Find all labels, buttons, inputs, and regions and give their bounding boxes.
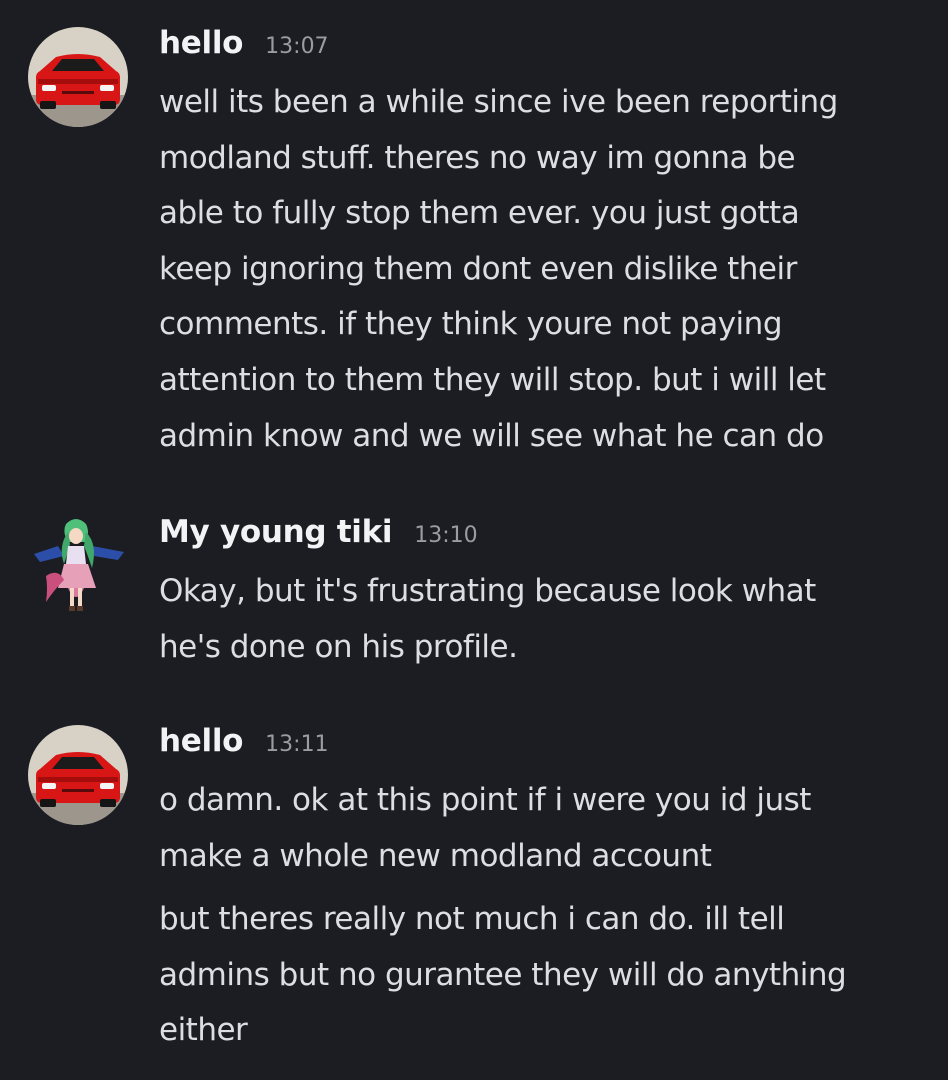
message-line: attention to them they will stop. but i … (159, 361, 826, 398)
message-line: admin know and we will see what he can d… (159, 417, 824, 454)
red-sports-car-icon (28, 725, 128, 825)
message-line: either (159, 1012, 248, 1049)
message-line: Okay, but it's frustrating because look … (159, 573, 816, 609)
message-header: My young tiki 13:10 (159, 514, 929, 564)
avatar-anime-character[interactable] (28, 516, 128, 616)
message-line: modland stuff. theres no way im gonna be (159, 139, 796, 176)
chat-message-list: hello 13:07 well its been a while since … (0, 0, 948, 1080)
message-line: well its been a while since ive been rep… (159, 84, 838, 120)
message-line: comments. if they think youre not paying (159, 306, 783, 343)
message-line: he's done on his profile. (159, 628, 518, 665)
timestamp: 13:11 (265, 732, 329, 757)
message-text: well its been a while since ive been rep… (159, 75, 929, 464)
message-line: admins but no gurantee they will do anyt… (159, 956, 847, 993)
message-content: hello 13:07 well its been a while since … (159, 25, 929, 464)
timestamp: 13:10 (414, 523, 478, 548)
message-content: My young tiki 13:10 Okay, but it's frust… (159, 514, 929, 675)
avatar-red-sports-car[interactable] (28, 725, 128, 825)
red-sports-car-icon (28, 27, 128, 127)
message-line: make a whole new modland account (159, 837, 712, 874)
anime-character-icon (34, 519, 124, 611)
message-text: o damn. ok at this point if i were you i… (159, 773, 929, 884)
message-line: but theres really not much i can do. ill… (159, 901, 785, 938)
message-header: hello 13:07 (159, 25, 929, 75)
message-text: but theres really not much i can do. ill… (159, 892, 929, 1059)
username[interactable]: hello (159, 723, 243, 759)
avatar-red-sports-car[interactable] (28, 27, 128, 127)
username[interactable]: hello (159, 25, 243, 61)
message-header: hello 13:11 (159, 723, 929, 773)
username[interactable]: My young tiki (159, 514, 393, 550)
message-content: hello 13:11 o damn. ok at this point if … (159, 723, 929, 1059)
timestamp: 13:07 (265, 34, 329, 59)
message-line: keep ignoring them dont even dislike the… (159, 250, 797, 287)
message-text: Okay, but it's frustrating because look … (159, 564, 929, 675)
message-line: o damn. ok at this point if i were you i… (159, 782, 811, 818)
message-line: able to fully stop them ever. you just g… (159, 195, 800, 232)
